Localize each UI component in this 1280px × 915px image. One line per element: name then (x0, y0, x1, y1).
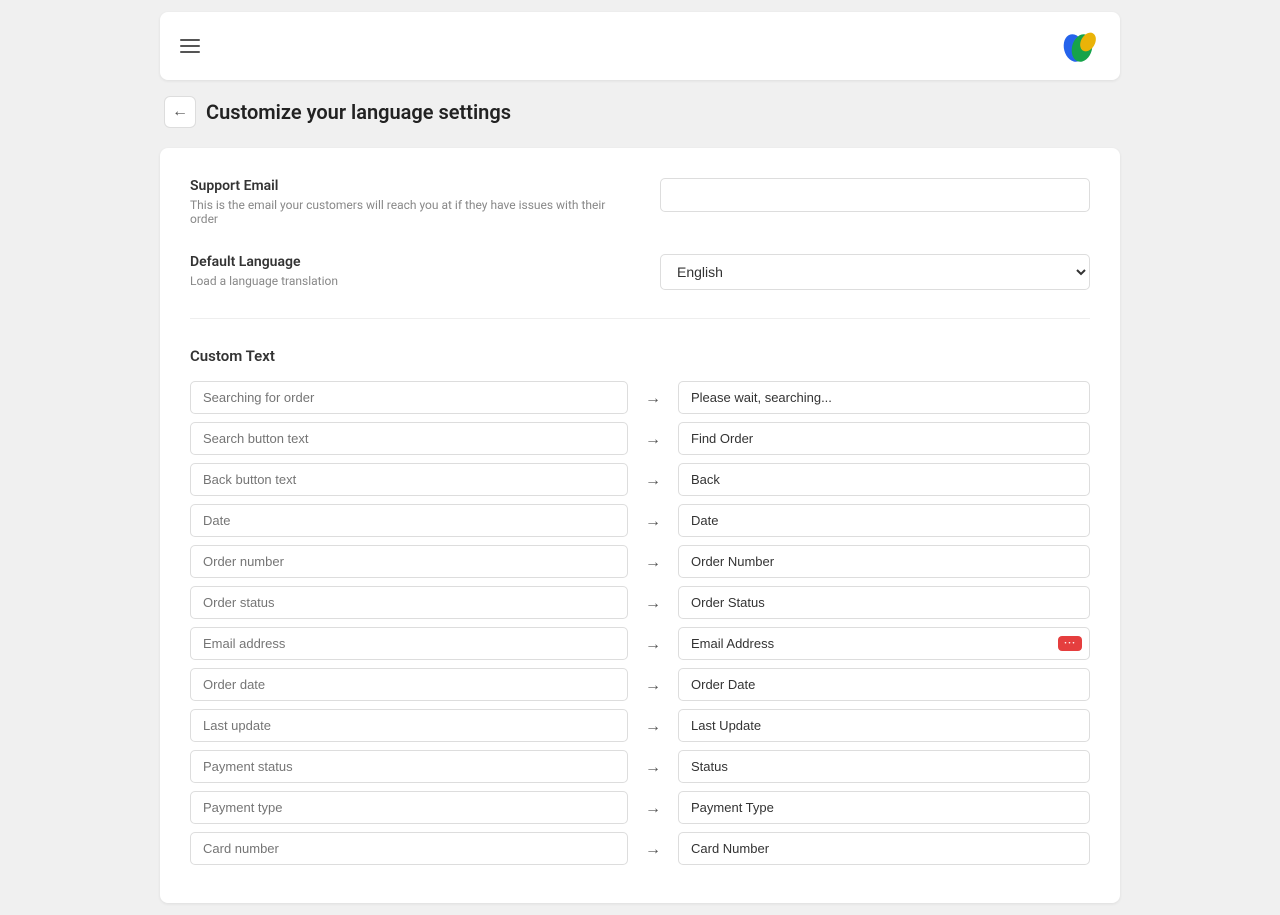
custom-text-value-input[interactable] (678, 463, 1090, 496)
custom-text-placeholder-input[interactable] (190, 668, 628, 701)
arrow-icon: → (638, 470, 668, 490)
custom-text-row: → (190, 832, 1090, 865)
custom-text-row: → (190, 668, 1090, 701)
custom-text-value-wrapper (678, 422, 1090, 455)
arrow-icon: → (638, 552, 668, 572)
custom-text-value-wrapper: ··· (678, 627, 1090, 660)
content-card: Support Email This is the email your cus… (160, 148, 1120, 903)
custom-text-value-wrapper (678, 791, 1090, 824)
back-button[interactable]: ← (164, 96, 196, 128)
custom-text-placeholder-input[interactable] (190, 381, 628, 414)
status-badge: ··· (1058, 636, 1082, 651)
arrow-icon: → (638, 716, 668, 736)
default-language-desc: Load a language translation (190, 274, 610, 288)
default-language-row: Default Language Load a language transla… (190, 254, 1090, 290)
custom-text-row: → (190, 504, 1090, 537)
arrow-icon: → (638, 593, 668, 613)
support-email-input[interactable] (660, 178, 1090, 212)
custom-text-value-input[interactable] (678, 627, 1090, 660)
custom-text-value-input[interactable] (678, 504, 1090, 537)
custom-text-value-wrapper (678, 750, 1090, 783)
default-language-input-group: English French Spanish German (660, 254, 1090, 290)
custom-text-placeholder-input[interactable] (190, 832, 628, 865)
arrow-icon: → (638, 429, 668, 449)
arrow-icon: → (638, 839, 668, 859)
arrow-icon: → (638, 388, 668, 408)
custom-text-value-wrapper (678, 504, 1090, 537)
custom-text-rows: → → → → → → → ··· → → → → → (190, 381, 1090, 865)
top-nav (160, 12, 1120, 80)
custom-text-value-input[interactable] (678, 545, 1090, 578)
page-title: Customize your language settings (206, 100, 511, 124)
arrow-icon: → (638, 511, 668, 531)
custom-text-row: → (190, 750, 1090, 783)
custom-text-value-input[interactable] (678, 750, 1090, 783)
arrow-icon: → (638, 798, 668, 818)
page-header: ← Customize your language settings (160, 96, 1120, 128)
custom-text-row: → (190, 545, 1090, 578)
custom-text-placeholder-input[interactable] (190, 463, 628, 496)
section-divider (190, 318, 1090, 319)
custom-text-value-wrapper (678, 709, 1090, 742)
custom-text-value-input[interactable] (678, 832, 1090, 865)
custom-text-row: → (190, 463, 1090, 496)
custom-text-value-wrapper (678, 586, 1090, 619)
support-email-input-group (660, 178, 1090, 212)
custom-text-value-wrapper (678, 668, 1090, 701)
custom-text-placeholder-input[interactable] (190, 586, 628, 619)
custom-text-value-wrapper (678, 381, 1090, 414)
custom-text-value-wrapper (678, 832, 1090, 865)
custom-text-row: → (190, 381, 1090, 414)
custom-text-value-input[interactable] (678, 586, 1090, 619)
default-language-label: Default Language (190, 254, 610, 270)
app-logo (1060, 26, 1100, 66)
custom-text-placeholder-input[interactable] (190, 627, 628, 660)
custom-text-value-input[interactable] (678, 709, 1090, 742)
custom-text-placeholder-input[interactable] (190, 422, 628, 455)
custom-text-row: → (190, 791, 1090, 824)
custom-text-value-input[interactable] (678, 791, 1090, 824)
custom-text-placeholder-input[interactable] (190, 750, 628, 783)
custom-text-value-wrapper (678, 545, 1090, 578)
custom-text-value-input[interactable] (678, 422, 1090, 455)
arrow-icon: → (638, 675, 668, 695)
custom-text-placeholder-input[interactable] (190, 791, 628, 824)
arrow-icon: → (638, 757, 668, 777)
default-language-select[interactable]: English French Spanish German (660, 254, 1090, 290)
support-email-label-group: Support Email This is the email your cus… (190, 178, 610, 226)
support-email-row: Support Email This is the email your cus… (190, 178, 1090, 226)
custom-text-placeholder-input[interactable] (190, 545, 628, 578)
hamburger-button[interactable] (180, 39, 200, 53)
custom-text-row: → (190, 709, 1090, 742)
custom-text-row: → (190, 422, 1090, 455)
custom-text-placeholder-input[interactable] (190, 709, 628, 742)
custom-text-section-title: Custom Text (190, 347, 1090, 365)
custom-text-value-input[interactable] (678, 381, 1090, 414)
custom-text-placeholder-input[interactable] (190, 504, 628, 537)
custom-text-value-input[interactable] (678, 668, 1090, 701)
custom-text-row: → (190, 586, 1090, 619)
custom-text-value-wrapper (678, 463, 1090, 496)
main-container: ← Customize your language settings Suppo… (160, 12, 1120, 903)
arrow-icon: → (638, 634, 668, 654)
default-language-label-group: Default Language Load a language transla… (190, 254, 610, 288)
support-email-label: Support Email (190, 178, 610, 194)
support-email-desc: This is the email your customers will re… (190, 198, 610, 226)
custom-text-row: → ··· (190, 627, 1090, 660)
